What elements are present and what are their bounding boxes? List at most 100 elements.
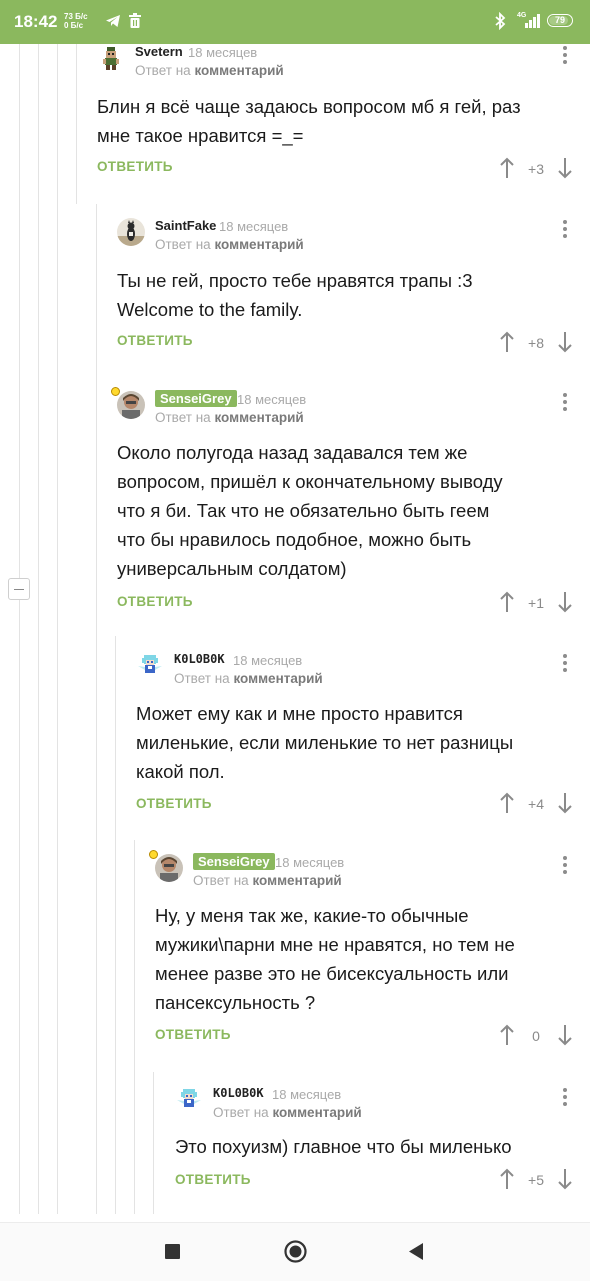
downvote-arrow-icon[interactable] xyxy=(557,1024,573,1046)
comment-author[interactable]: SaintFake xyxy=(155,218,216,233)
avatar[interactable] xyxy=(117,218,145,246)
avatar[interactable] xyxy=(97,44,125,72)
net-speed-up: 73 Б/с xyxy=(64,12,88,21)
upvote-arrow-icon[interactable] xyxy=(499,331,515,353)
reply-to-prefix: Ответ на xyxy=(174,671,230,686)
vote-controls: +3 xyxy=(497,157,577,181)
comment-line: Ты не гей, просто тебе нравятся трапы :3 xyxy=(117,270,473,291)
reply-to-link[interactable]: комментарий xyxy=(272,1105,361,1120)
reply-button[interactable]: ОТВЕТИТЬ xyxy=(117,333,193,348)
upvote-arrow-icon[interactable] xyxy=(499,1168,515,1190)
more-menu-icon[interactable] xyxy=(557,1088,573,1108)
back-icon[interactable] xyxy=(408,1243,424,1260)
comment-line: Это похуизм) главное что бы миленько xyxy=(175,1136,512,1157)
thread-line xyxy=(38,44,39,1214)
reply-to: Ответ на комментарий xyxy=(155,410,304,425)
comment: SenseiGrey 18 месяцев Ответ на комментар… xyxy=(149,850,577,1054)
comment-author[interactable]: K0L0B0K xyxy=(174,652,225,666)
reply-to-link[interactable]: комментарий xyxy=(214,237,303,252)
reply-to-prefix: Ответ на xyxy=(193,873,249,888)
reply-to-link[interactable]: комментарий xyxy=(233,671,322,686)
comment-author[interactable]: K0L0B0K xyxy=(213,1086,264,1100)
reply-to-link[interactable]: комментарий xyxy=(252,873,341,888)
comment-text: Ну, у меня так же, какие-то обычные мужи… xyxy=(155,901,515,1017)
comment-time: 18 месяцев xyxy=(272,1087,342,1102)
reply-button[interactable]: ОТВЕТИТЬ xyxy=(136,796,212,811)
avatar[interactable] xyxy=(117,391,145,419)
reply-to: Ответ на комментарий xyxy=(155,237,304,252)
comment-line: мужики\парни мне не нравятся, но тем не xyxy=(155,934,515,955)
reply-button[interactable]: ОТВЕТИТЬ xyxy=(117,594,193,609)
comment: K0L0B0K 18 месяцев Ответ на комментарий … xyxy=(175,1086,577,1206)
more-menu-icon[interactable] xyxy=(557,393,573,413)
avatar[interactable] xyxy=(175,1086,203,1114)
comment-author[interactable]: Svetern xyxy=(135,44,183,59)
comment-score: +3 xyxy=(528,161,544,177)
reply-to-prefix: Ответ на xyxy=(155,237,211,252)
reply-button[interactable]: ОТВЕТИТЬ xyxy=(175,1172,251,1187)
comment-line: пансексульность ? xyxy=(155,992,316,1013)
upvote-arrow-icon[interactable] xyxy=(499,157,515,179)
collapse-thread-button[interactable] xyxy=(8,578,30,600)
avatar[interactable] xyxy=(155,854,183,882)
comment-time: 18 месяцев xyxy=(188,45,258,60)
bluetooth-icon xyxy=(495,12,506,30)
vote-controls: +1 xyxy=(497,591,577,615)
comment: K0L0B0K 18 месяцев Ответ на комментарий … xyxy=(136,652,577,822)
trash-icon xyxy=(129,13,141,28)
upvote-arrow-icon[interactable] xyxy=(499,1024,515,1046)
home-icon[interactable] xyxy=(284,1240,307,1263)
more-menu-icon[interactable] xyxy=(557,856,573,876)
downvote-arrow-icon[interactable] xyxy=(557,1168,573,1190)
upvote-arrow-icon[interactable] xyxy=(499,792,515,814)
telegram-icon xyxy=(106,15,120,27)
reply-to-link[interactable]: комментарий xyxy=(214,410,303,425)
comment-score: +1 xyxy=(528,595,544,611)
more-menu-icon[interactable] xyxy=(557,654,573,674)
reply-to-prefix: Ответ на xyxy=(135,63,191,78)
downvote-arrow-icon[interactable] xyxy=(557,157,573,179)
comment-author[interactable]: SenseiGrey xyxy=(155,390,237,407)
reply-to-prefix: Ответ на xyxy=(213,1105,269,1120)
downvote-arrow-icon[interactable] xyxy=(557,331,573,353)
reply-to: Ответ на комментарий xyxy=(193,873,342,888)
thread-line xyxy=(153,1072,154,1214)
signal-icon xyxy=(525,14,540,28)
comment: SenseiGrey 18 месяцев Ответ на комментар… xyxy=(111,387,577,621)
battery-level: 79 xyxy=(554,15,565,25)
comment-text: Около полугода назад задавался тем же во… xyxy=(117,438,503,583)
comment-author[interactable]: SenseiGrey xyxy=(193,853,275,870)
more-menu-icon[interactable] xyxy=(557,220,573,240)
reply-to: Ответ на комментарий xyxy=(174,671,323,686)
comment: Svetern 18 месяцев Ответ на комментарий … xyxy=(97,44,577,194)
reply-button[interactable]: ОТВЕТИТЬ xyxy=(97,159,173,174)
comment-time: 18 месяцев xyxy=(219,219,289,234)
more-menu-icon[interactable] xyxy=(557,46,573,66)
comment-time: 18 месяцев xyxy=(275,855,345,870)
reply-to: Ответ на комментарий xyxy=(213,1105,362,1120)
comment-score: +4 xyxy=(528,796,544,812)
reply-to: Ответ на комментарий xyxy=(135,63,284,78)
thread-line xyxy=(19,600,20,1214)
downvote-arrow-icon[interactable] xyxy=(557,792,573,814)
system-nav-bar xyxy=(0,1222,590,1281)
avatar[interactable] xyxy=(136,652,164,680)
comment-line: Ну, у меня так же, какие-то обычные xyxy=(155,905,469,926)
reply-button[interactable]: ОТВЕТИТЬ xyxy=(155,1027,231,1042)
thread-line xyxy=(76,44,77,204)
comment-line: Welcome to the family. xyxy=(117,299,303,320)
comment-line: миленькие, если миленькие то нет разницы xyxy=(136,732,514,753)
upvote-arrow-icon[interactable] xyxy=(499,591,515,613)
vote-controls: +5 xyxy=(497,1168,577,1192)
comment-score: +5 xyxy=(528,1172,544,1188)
comment-line: менее разве это не бисексуальность или xyxy=(155,963,509,984)
downvote-arrow-icon[interactable] xyxy=(557,591,573,613)
comment-line: мне такое нравится =_= xyxy=(97,125,304,146)
thread-line xyxy=(96,204,97,1214)
comment-score: +8 xyxy=(528,335,544,351)
battery-icon: 79 xyxy=(547,14,573,27)
recent-apps-icon[interactable] xyxy=(165,1244,180,1259)
comment-text: Ты не гей, просто тебе нравятся трапы :3… xyxy=(117,266,473,324)
net-speed-down: 0 Б/с xyxy=(64,21,84,30)
reply-to-link[interactable]: комментарий xyxy=(194,63,283,78)
